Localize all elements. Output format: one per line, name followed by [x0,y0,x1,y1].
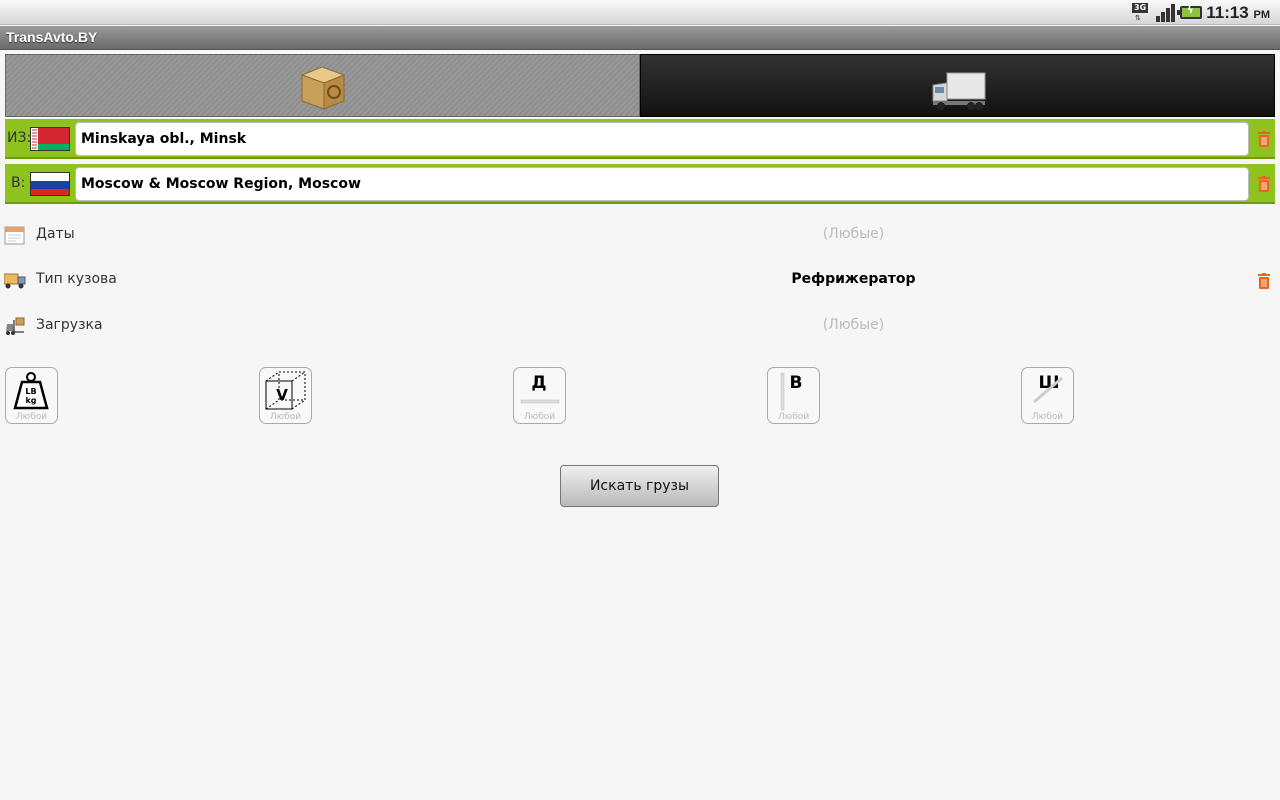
russia-flag-icon[interactable] [30,172,70,196]
network-3g-icon: 3G ⇅ [1132,3,1149,22]
param-body-type-label: Тип кузова [36,271,117,287]
route-to-row: В: Moscow & Moscow Region, Moscow [5,164,1275,204]
filter-weight-button[interactable]: LB kg Любой [5,367,58,424]
filter-height-button[interactable]: В Любой [767,367,820,424]
belarus-flag-icon[interactable] [30,127,70,151]
svg-text:Д: Д [531,373,546,393]
svg-text:LB: LB [25,387,36,396]
battery-charging-icon: ϟ [1177,5,1202,19]
length-icon: Д [520,373,560,404]
filter-length-button[interactable]: Д Любой [513,367,566,424]
route-from-prefix: ИЗ: [7,130,32,146]
tab-cargo[interactable] [5,54,640,117]
app-title-bar: TransAvto.BY [0,26,1280,50]
filter-volume-button[interactable]: V Любой [259,367,312,424]
status-bar: 3G ⇅ ϟ 11:13 PM [0,0,1280,25]
height-icon: В [780,372,803,411]
signal-strength-icon [1156,3,1176,22]
param-loading-row[interactable]: Загрузка (Любые) [0,311,1280,341]
search-cargo-button[interactable]: Искать грузы [560,465,719,507]
app-title: TransAvto.BY [6,29,98,45]
network-type-label: 3G [1132,3,1149,13]
svg-text:V: V [276,386,288,404]
clear-to-trash-icon[interactable] [1257,176,1271,192]
forklift-icon [6,317,25,335]
cargo-box-icon [300,66,346,110]
weight-icon: LB kg [13,372,49,410]
param-loading-label: Загрузка [36,317,103,333]
filter-width-button[interactable]: Ш Любой [1021,367,1074,424]
truck-body-icon [4,273,26,289]
svg-text:В: В [790,373,803,393]
param-body-type-row[interactable]: Тип кузова Рефрижератор [0,265,1280,295]
clock-ampm: PM [1253,9,1271,21]
status-icons: 3G ⇅ ϟ [1132,3,1202,22]
calendar-icon [4,226,25,245]
filter-length-caption: Любой [523,412,556,422]
route-to-input[interactable]: Moscow & Moscow Region, Moscow [75,167,1249,201]
width-icon: Ш [1033,373,1063,404]
svg-text:kg: kg [25,396,36,405]
clock-time: 11:13 [1206,3,1249,22]
filter-volume-caption: Любой [269,412,302,422]
param-dates-value: (Любые) [822,226,885,242]
route-from-input[interactable]: Minskaya obl., Minsk [75,122,1249,156]
clear-body-type-trash-icon[interactable] [1257,273,1271,289]
truck-icon [932,72,986,110]
filter-width-caption: Любой [1031,412,1064,422]
filter-weight-caption: Любой [15,412,48,422]
route-to-prefix: В: [11,175,26,191]
param-dates-label: Даты [36,226,75,242]
route-from-row: ИЗ: Minskaya obl., Minsk [5,119,1275,159]
filter-height-caption: Любой [777,412,810,422]
clear-from-trash-icon[interactable] [1257,131,1271,147]
status-clock: 11:13 PM [1206,3,1270,25]
volume-cube-icon: V [265,371,306,410]
param-body-type-value: Рефрижератор [791,271,916,287]
tab-transport[interactable] [640,54,1275,117]
param-loading-value: (Любые) [822,317,885,333]
param-dates-row[interactable]: Даты (Любые) [0,220,1280,250]
mode-tabs [5,54,1275,117]
